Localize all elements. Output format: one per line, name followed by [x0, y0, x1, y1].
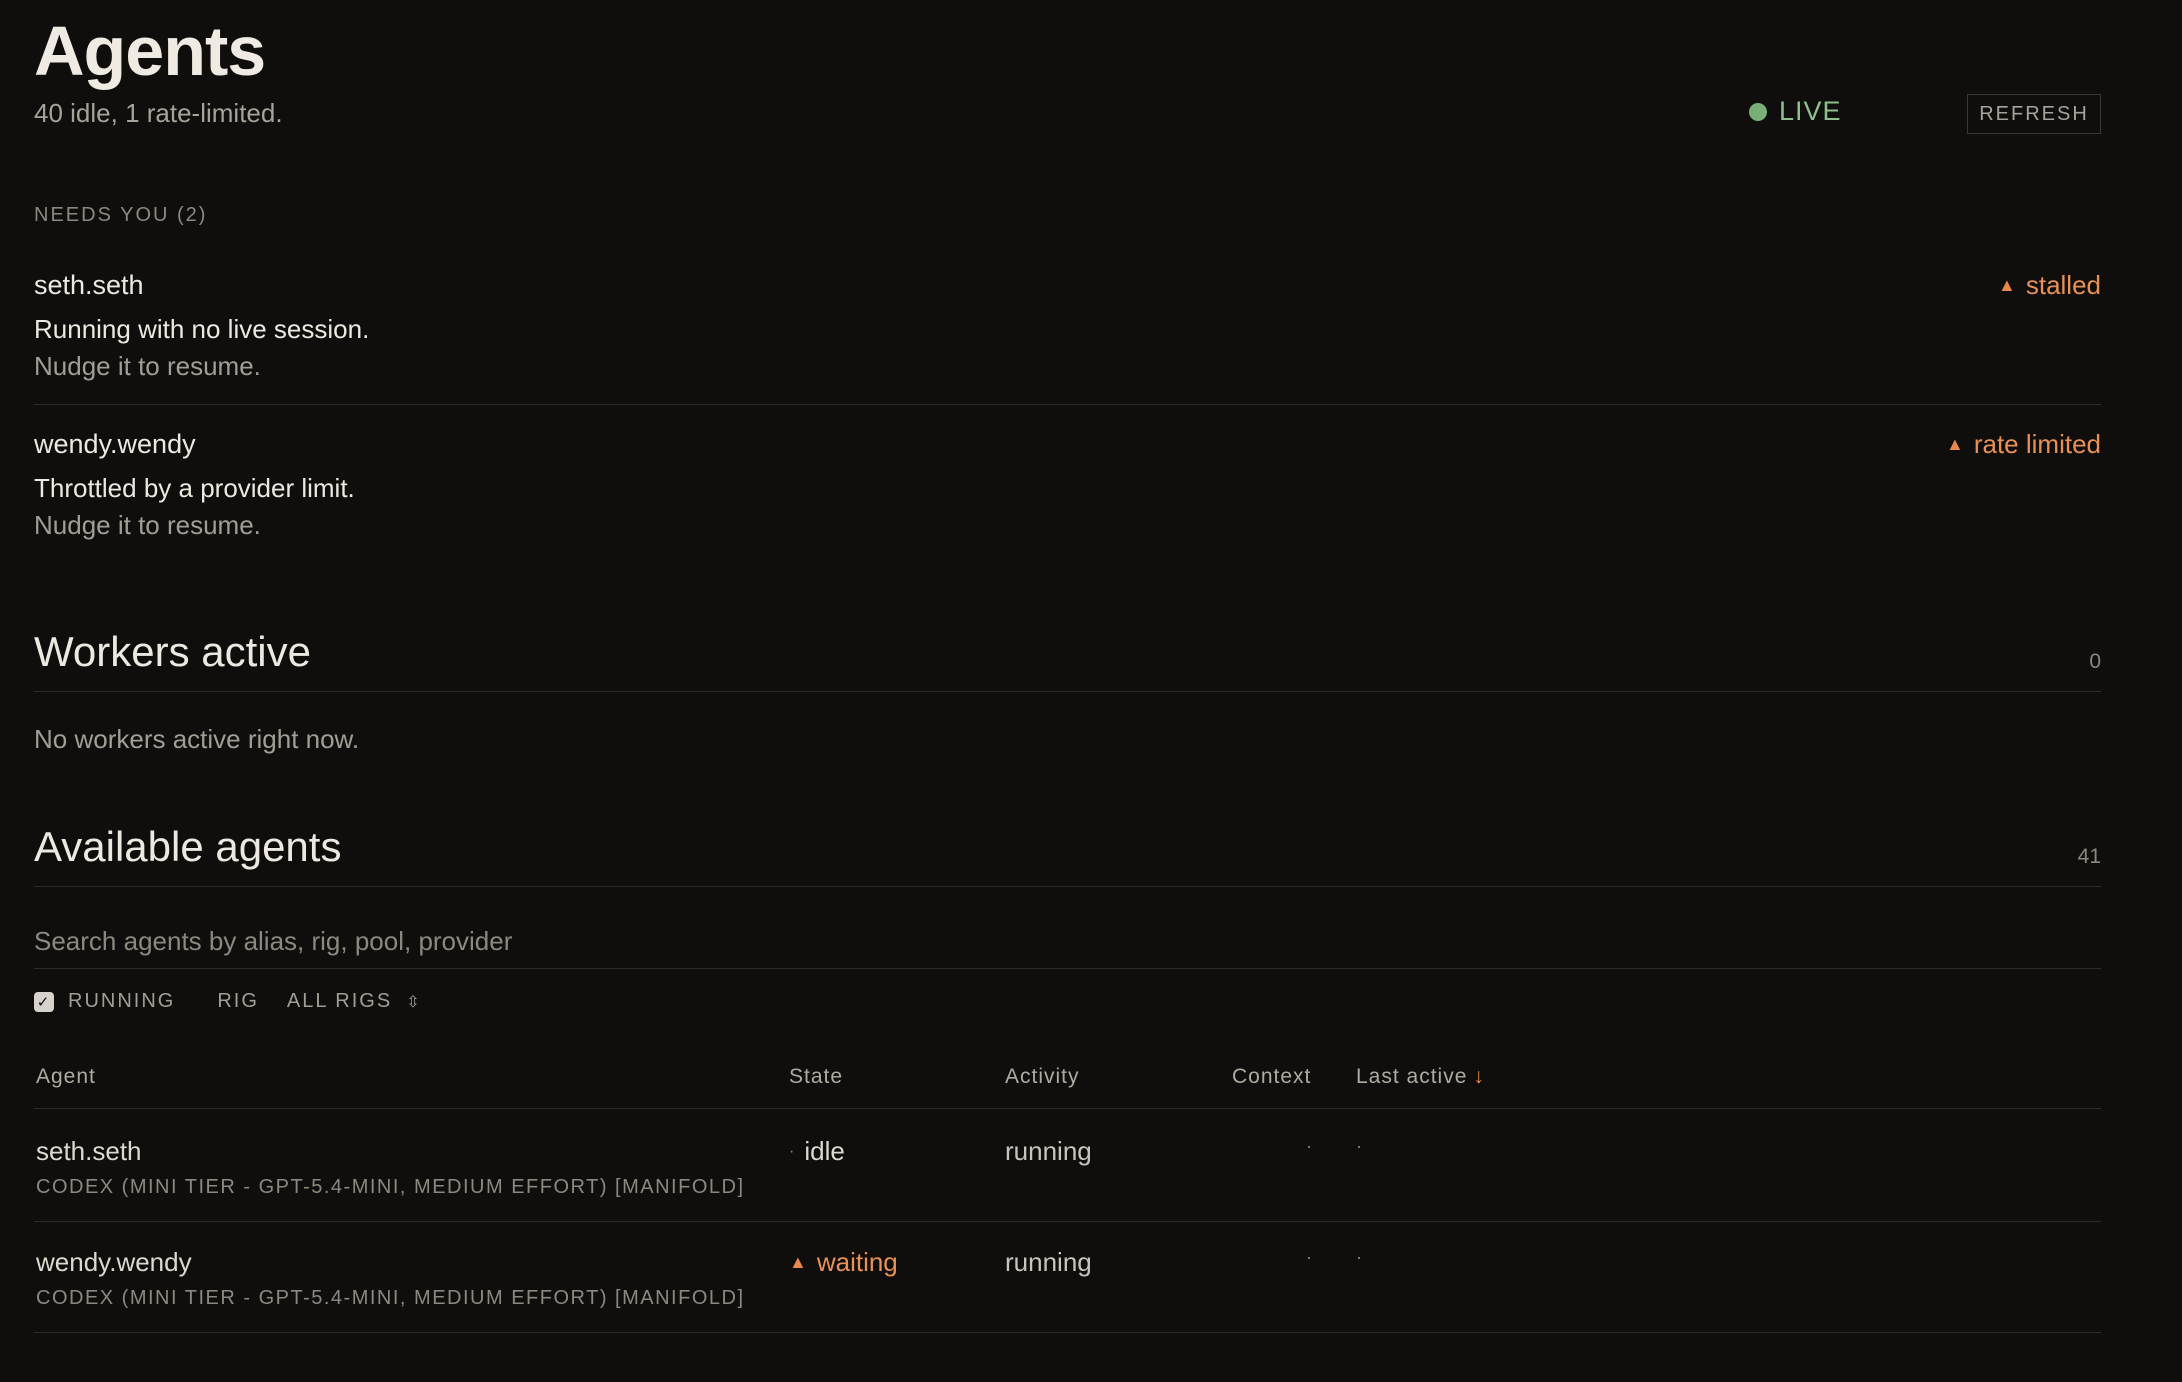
column-header-activity[interactable]: Activity — [1005, 1065, 1080, 1089]
agent-state-label: idle — [804, 1136, 845, 1166]
attention-item-description: Throttled by a provider limit. — [34, 473, 355, 503]
status-badge: ▲ stalled — [1998, 270, 2101, 301]
filter-bar: ✓ RUNNING RIG ALL RIGS ⇳ — [34, 990, 420, 1013]
status-badge: ▲ rate limited — [1946, 429, 2101, 460]
divider — [34, 968, 2101, 969]
sort-down-arrow-icon: ↓ — [1473, 1065, 1485, 1088]
divider — [34, 1332, 2101, 1333]
attention-item-description: Running with no live session. — [34, 314, 370, 344]
agent-name: seth.seth — [36, 1136, 142, 1166]
attention-item-hint: Nudge it to resume. — [34, 510, 261, 540]
page-subtitle: 40 idle, 1 rate-limited. — [34, 98, 283, 128]
column-header-state[interactable]: State — [789, 1065, 843, 1089]
workers-active-count: 0 — [2089, 650, 2101, 673]
status-badge-label: stalled — [2025, 270, 2101, 300]
agent-model: CODEX (MINI TIER - GPT-5.4-MINI, MEDIUM … — [36, 1176, 745, 1198]
divider — [34, 404, 2101, 405]
agent-name: wendy.wendy — [36, 1247, 192, 1277]
agent-last-active: · — [1356, 1136, 1362, 1156]
last-active-label: Last active — [1356, 1065, 1468, 1088]
agent-state: ▲ waiting — [789, 1247, 898, 1278]
needs-you-label: NEEDS YOU (2) — [34, 204, 208, 226]
available-agents-count: 41 — [2077, 845, 2101, 868]
attention-item-name: seth.seth — [34, 270, 144, 300]
running-checkbox[interactable]: ✓ — [34, 991, 54, 1012]
idle-dot-icon: · — [789, 1142, 795, 1160]
rig-select[interactable]: ALL RIGS ⇳ — [287, 990, 420, 1013]
attention-item[interactable]: seth.seth Running with no live session. … — [34, 270, 2101, 390]
warning-triangle-icon: ▲ — [1998, 275, 2016, 295]
column-header-last-active[interactable]: Last active ↓ — [1356, 1065, 1485, 1089]
agent-context: · — [1306, 1136, 1312, 1156]
agent-state-label: waiting — [816, 1247, 898, 1277]
attention-item-name: wendy.wendy — [34, 429, 196, 459]
divider — [34, 886, 2101, 887]
workers-empty-text: No workers active right now. — [34, 724, 360, 754]
divider — [34, 1221, 2101, 1222]
agent-activity: running — [1005, 1247, 1092, 1277]
live-indicator: LIVE — [1749, 96, 1842, 127]
rig-filter-label: RIG — [217, 990, 259, 1012]
attention-item[interactable]: wendy.wendy Throttled by a provider limi… — [34, 429, 2101, 549]
available-agents-title: Available agents — [34, 823, 342, 870]
refresh-button[interactable]: REFRESH — [1967, 94, 2101, 134]
warning-triangle-icon: ▲ — [789, 1252, 807, 1272]
agent-state: · idle — [789, 1136, 845, 1167]
status-badge-label: rate limited — [1973, 429, 2101, 459]
table-row[interactable]: seth.seth CODEX (MINI TIER - GPT-5.4-MIN… — [34, 1136, 2101, 1216]
column-header-context[interactable]: Context — [1232, 1065, 1311, 1089]
agent-context: · — [1306, 1247, 1312, 1267]
agent-last-active: · — [1356, 1247, 1362, 1267]
warning-triangle-icon: ▲ — [1946, 434, 1964, 454]
workers-active-title: Workers active — [34, 628, 311, 675]
live-dot-icon — [1749, 102, 1767, 121]
running-filter-label[interactable]: RUNNING — [68, 990, 175, 1013]
attention-item-hint: Nudge it to resume. — [34, 351, 261, 381]
agent-model: CODEX (MINI TIER - GPT-5.4-MINI, MEDIUM … — [36, 1287, 745, 1309]
table-row[interactable]: wendy.wendy CODEX (MINI TIER - GPT-5.4-M… — [34, 1247, 2101, 1327]
search-input[interactable] — [34, 915, 2101, 967]
page-title: Agents — [34, 12, 266, 90]
agent-activity: running — [1005, 1136, 1092, 1166]
divider — [34, 1108, 2101, 1109]
live-label: LIVE — [1779, 96, 1842, 126]
agents-page: Agents 40 idle, 1 rate-limited. LIVE REF… — [0, 0, 2182, 1382]
rig-select-value: ALL RIGS — [286, 990, 393, 1012]
chevron-up-down-icon: ⇳ — [406, 993, 420, 1011]
column-header-agent[interactable]: Agent — [36, 1065, 96, 1089]
divider — [34, 691, 2101, 692]
